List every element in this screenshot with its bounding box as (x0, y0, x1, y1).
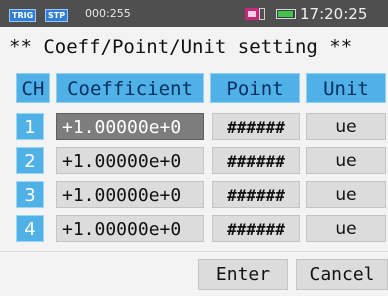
coefficient-field[interactable]: +1.00000e+0 (56, 147, 204, 174)
unit-field[interactable]: ue (306, 215, 386, 242)
column-header-coefficient: Coefficient (56, 73, 204, 103)
table-row: 4 +1.00000e+0 ###### ue (0, 215, 388, 245)
status-bar: TRIG STP 000:255 17:20:25 (0, 0, 388, 27)
battery-icon (276, 9, 296, 19)
enter-button[interactable]: Enter (198, 259, 288, 290)
coefficient-field[interactable]: +1.00000e+0 (56, 181, 204, 208)
step-indicator: STP (45, 9, 69, 22)
point-field[interactable]: ###### (212, 181, 300, 208)
trigger-indicator: TRIG (9, 9, 37, 22)
point-field[interactable]: ###### (212, 147, 300, 174)
battery-level (278, 11, 293, 17)
unit-field[interactable]: ue (306, 181, 386, 208)
cancel-button[interactable]: Cancel (296, 259, 388, 290)
coefficient-field[interactable]: +1.00000e+0 (56, 215, 204, 242)
memory-slot-icon (259, 8, 265, 20)
column-header-unit: Unit (306, 73, 386, 103)
table-row: 1 +1.00000e+0 ###### ue (0, 113, 388, 143)
channel-number: 3 (16, 181, 44, 208)
record-counter: 000:255 (85, 7, 131, 20)
unit-field[interactable]: ue (306, 113, 386, 140)
column-header-point: Point (210, 73, 300, 103)
clock: 17:20:25 (300, 5, 368, 23)
table-row: 3 +1.00000e+0 ###### ue (0, 181, 388, 211)
channel-number: 1 (16, 113, 44, 140)
point-field[interactable]: ###### (212, 113, 300, 140)
device-screen: TRIG STP 000:255 17:20:25 ** Coeff/Point… (0, 0, 388, 296)
channel-number: 2 (16, 147, 44, 174)
column-header-ch: CH (16, 73, 50, 103)
point-field[interactable]: ###### (212, 215, 300, 242)
coefficient-field[interactable]: +1.00000e+0 (56, 113, 204, 140)
channel-number: 4 (16, 215, 44, 242)
memory-card-icon (245, 8, 259, 20)
table-row: 2 +1.00000e+0 ###### ue (0, 147, 388, 177)
page-title: ** Coeff/Point/Unit setting ** (9, 36, 353, 58)
unit-field[interactable]: ue (306, 147, 386, 174)
divider (0, 251, 388, 252)
